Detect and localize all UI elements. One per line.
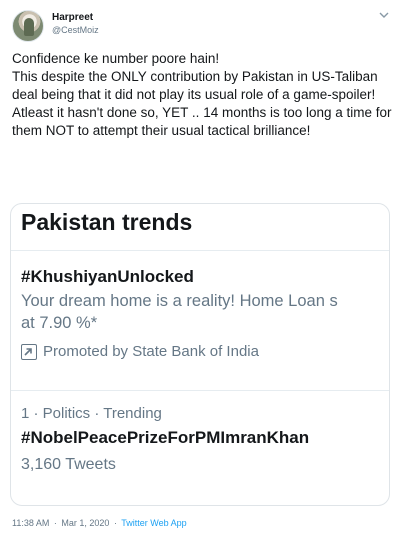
tweet-time[interactable]: 11:38 AM bbox=[12, 518, 49, 528]
promoted-trend-description: Your dream home is a reality! Home Loan … bbox=[21, 292, 338, 310]
divider bbox=[11, 250, 389, 251]
divider bbox=[11, 390, 389, 391]
trend-item: 1 · Politics · Trending #NobelPeacePrize… bbox=[21, 404, 389, 476]
trend-hashtag: #NobelPeacePrizeForPMImranKhan bbox=[21, 428, 310, 447]
promoted-trend: #KhushiyanUnlocked Your dream home is a … bbox=[21, 266, 389, 362]
promoted-trend-hashtag: #KhushiyanUnlocked bbox=[21, 267, 194, 286]
tweet-text-line: This despite the ONLY contribution by Pa… bbox=[12, 69, 378, 102]
author-handle[interactable]: @CestMoiz bbox=[52, 24, 99, 36]
trends-title: Pakistan trends bbox=[21, 209, 193, 235]
author-display-name[interactable]: Harpreet bbox=[52, 12, 99, 24]
tweet-text: Confidence ke number poore hain! This de… bbox=[12, 50, 396, 140]
chevron-down-icon[interactable] bbox=[377, 11, 391, 23]
promoted-arrow-icon bbox=[21, 344, 37, 360]
trends-card-image[interactable]: Pakistan trends #KhushiyanUnlocked Your … bbox=[10, 203, 390, 506]
tweet-footer: 11:38 AM · Mar 1, 2020 · Twitter Web App bbox=[12, 517, 187, 529]
promoted-trend-description-line-2: at 7.90 %* bbox=[21, 314, 98, 332]
avatar-figure bbox=[24, 18, 34, 36]
tweet-date[interactable]: Mar 1, 2020 bbox=[61, 518, 109, 528]
tweet: Harpreet @CestMoiz Confidence ke number … bbox=[0, 0, 405, 537]
footer-separator: · bbox=[53, 518, 57, 528]
footer-separator: · bbox=[113, 518, 117, 528]
avatar[interactable] bbox=[12, 10, 44, 42]
promoted-by-label: Promoted by State Bank of India bbox=[43, 343, 259, 360]
tweet-source-link[interactable]: Twitter Web App bbox=[121, 518, 186, 528]
trend-tweet-count: 3,160 Tweets bbox=[21, 456, 116, 473]
trend-meta: 1 · Politics · Trending bbox=[21, 405, 162, 422]
promoted-by: Promoted by State Bank of India bbox=[21, 342, 389, 362]
author-info[interactable]: Harpreet @CestMoiz bbox=[52, 12, 99, 36]
tweet-header: Harpreet @CestMoiz bbox=[12, 10, 393, 44]
tweet-text-line: Atleast it hasn't done so, YET .. 14 mon… bbox=[12, 105, 392, 138]
tweet-text-line: Confidence ke number poore hain! bbox=[12, 51, 220, 66]
